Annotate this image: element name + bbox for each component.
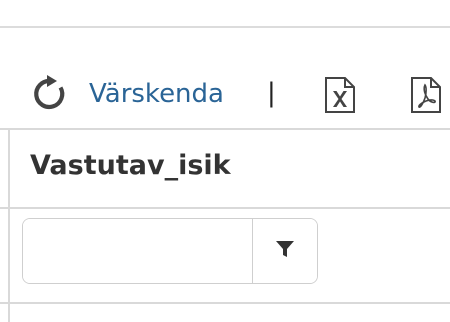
refresh-icon	[30, 74, 70, 114]
excel-export-icon[interactable]	[324, 76, 356, 114]
pdf-export-icon[interactable]	[410, 76, 442, 114]
top-divider	[0, 26, 450, 28]
filter-row-bottom-border	[0, 302, 450, 304]
refresh-label: Värskenda	[89, 79, 224, 109]
toolbar-bottom-border	[0, 128, 450, 130]
toolbar-separator: |	[267, 78, 276, 108]
header-bottom-border	[0, 207, 450, 209]
column-header-vastutav-isik[interactable]: Vastutav_isik	[30, 152, 231, 179]
grid-toolbar: Värskenda |	[0, 62, 450, 128]
refresh-button[interactable]: Värskenda	[30, 74, 224, 114]
filter-button[interactable]	[253, 219, 317, 283]
column-filter-input[interactable]	[23, 219, 253, 283]
filter-icon	[275, 239, 295, 263]
column-filter	[22, 218, 318, 284]
column-left-border	[8, 128, 10, 322]
